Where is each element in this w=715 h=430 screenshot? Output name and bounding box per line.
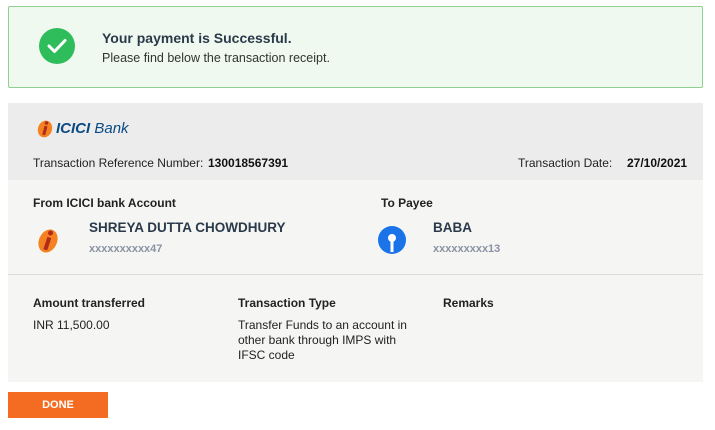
icici-bank-logo: ICICI Bank [36, 118, 129, 138]
type-value: Transfer Funds to an account in other ba… [238, 318, 407, 362]
ref-value: 130018567391 [208, 156, 289, 170]
transaction-receipt: ICICI Bank Transaction Reference Number:… [8, 103, 703, 382]
type-label: Transaction Type [238, 296, 336, 310]
to-payee-name: BABA [433, 220, 472, 235]
logo-suffix: Bank [94, 119, 129, 137]
from-account-number: xxxxxxxxxx47 [89, 243, 163, 255]
from-account-name: SHREYA DUTTA CHOWDHURY [89, 220, 286, 235]
accounts-section: From ICICI bank Account SHREYA DUTTA CHO… [8, 180, 703, 275]
done-button[interactable]: DONE [8, 392, 108, 418]
success-subtitle: Please find below the transaction receip… [102, 51, 330, 65]
ref-label: Transaction Reference Number: [33, 156, 204, 170]
details-section: Amount transferred INR 11,500.00 Transac… [8, 275, 703, 382]
sbi-logo-icon [377, 225, 407, 255]
date-value: 27/10/2021 [627, 156, 688, 170]
amount-label: Amount transferred [33, 296, 146, 310]
remarks-label: Remarks [443, 296, 494, 310]
logo-brand: ICICI [56, 119, 91, 137]
success-banner: Your payment is Successful. Please find … [8, 6, 703, 88]
amount-value: INR 11,500.00 [33, 318, 110, 332]
date-label: Transaction Date: [518, 156, 613, 170]
icici-logo-mark-icon [37, 120, 53, 138]
icici-logo-icon [34, 225, 64, 255]
to-account-number: xxxxxxxxx13 [433, 243, 501, 255]
success-title: Your payment is Successful. [102, 30, 292, 46]
from-label: From ICICI bank Account [33, 196, 176, 210]
check-circle-icon [39, 28, 75, 64]
receipt-header: ICICI Bank Transaction Reference Number:… [8, 103, 703, 180]
to-label: To Payee [381, 196, 433, 210]
